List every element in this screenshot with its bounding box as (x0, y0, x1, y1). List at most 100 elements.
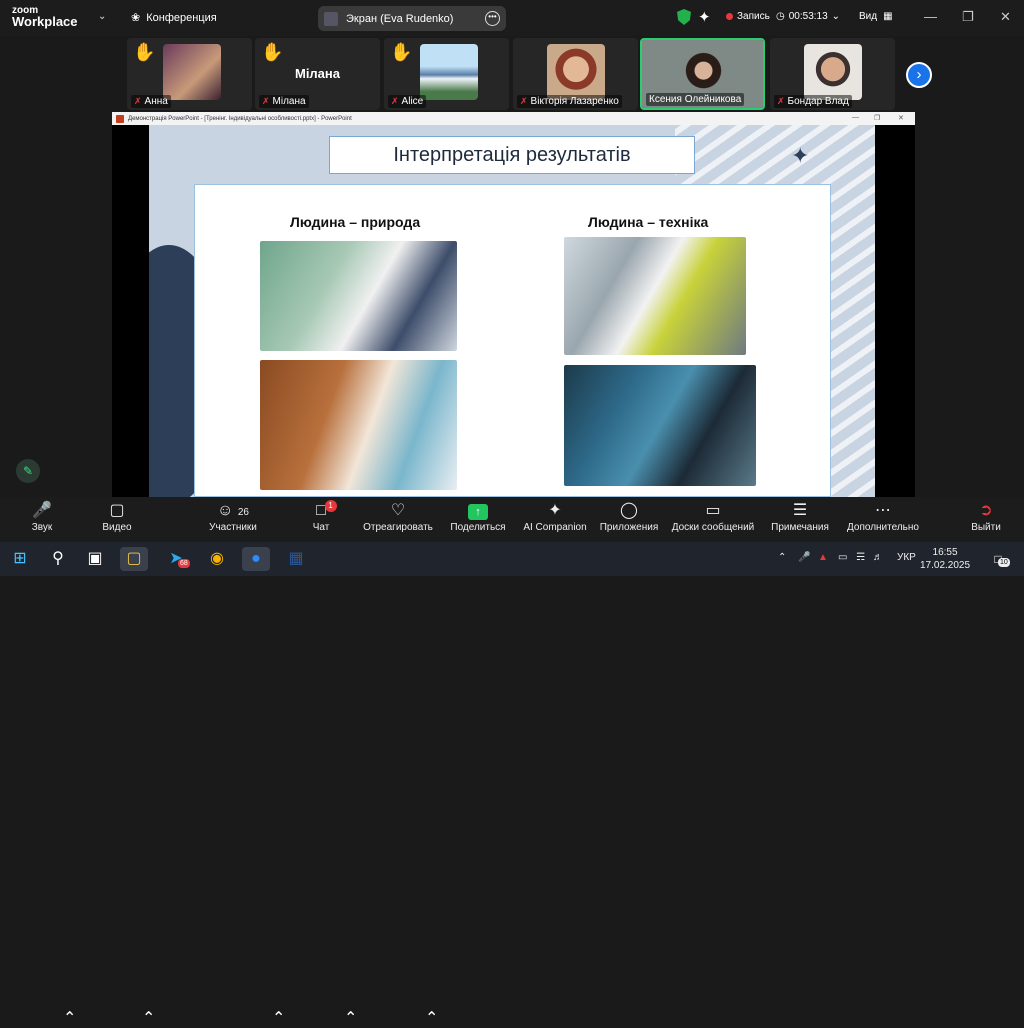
volume-icon[interactable]: ♬ (873, 552, 883, 563)
file-explorer-icon[interactable]: ▢ (120, 547, 148, 571)
exit-door-icon: ➲ (979, 502, 993, 519)
microphone-icon[interactable]: 🎤 (798, 552, 810, 563)
participants-icon: ☺ 26 (217, 502, 249, 519)
title-bar: zoom Workplace ⌄ ❀ Конференция Экран (Ev… (0, 0, 1024, 36)
minimize-icon[interactable]: — (924, 9, 937, 24)
system-clock[interactable]: 16:55 17.02.2025 (920, 546, 970, 572)
warning-icon[interactable]: ▲ (818, 552, 828, 563)
audio-button[interactable]: 🎤 Звук (22, 500, 62, 533)
conference-menu[interactable]: ❀ Конференция (131, 11, 217, 25)
recording-indicator[interactable]: Запись (726, 11, 770, 22)
meeting-toolbar: 🎤 Звук ⌃ ▢ Видео ⌃ ☺ 26 Участники ⌃ □ 1 Ч… (0, 497, 1024, 1027)
apps-icon: ◯ (620, 502, 638, 519)
mountain-avatar (420, 44, 478, 100)
share-button[interactable]: ↑ Поделиться (449, 500, 507, 533)
participant-tile[interactable]: ✋ ✗ Alice (384, 38, 509, 110)
mic-off-icon: ✗ (262, 96, 270, 106)
telegram-icon[interactable]: ➤ 68 (162, 547, 190, 571)
notifications-icon[interactable]: □10 (984, 547, 1012, 571)
react-button[interactable]: ♡ Отреагировать (362, 500, 434, 533)
slide-title: Інтерпретація результатів (329, 136, 695, 174)
restore-icon: ❐ (874, 115, 881, 122)
mic-off-icon: ✗ (391, 96, 399, 106)
participant-label: Ксения Олейникова (646, 93, 745, 106)
task-view-icon[interactable]: ▣ (81, 547, 109, 571)
brand-bottom: Workplace (12, 14, 78, 29)
leave-label: Выйти (971, 522, 1001, 533)
mic-off-icon: ✗ (777, 96, 785, 106)
view-menu[interactable]: Вид ▦ (859, 11, 893, 22)
more-icon: ⋯ (875, 502, 891, 519)
screen-share-pill[interactable]: Экран (Eva Rudenko) ••• (318, 6, 506, 31)
next-page-button[interactable]: › (906, 62, 932, 88)
tray-overflow-icon[interactable]: ⌃ (778, 552, 786, 563)
restore-icon[interactable]: ❐ (962, 9, 974, 25)
windows-taskbar: ⊞ ⚲ ▣ ▢ ➤ 68 ◉ ● ▦ ⌃ 🎤 ▲ ▭ ☴ ♬ УКР 16:55 … (0, 542, 1024, 576)
participant-name: Ксения Олейникова (649, 94, 742, 105)
lab-scientist-photo (260, 241, 457, 351)
view-label: Вид (859, 11, 878, 22)
chevron-down-icon[interactable]: ⌄ (98, 11, 106, 22)
annotate-pencil-icon[interactable]: ✎ (16, 459, 40, 483)
chat-button[interactable]: □ 1 Чат (303, 500, 339, 533)
participant-label: ✗ Мілана (259, 95, 309, 108)
participant-tile[interactable]: ✗ Вікторія Лазаренко (513, 38, 638, 110)
notes-button[interactable]: ☰ Примечания (768, 500, 832, 533)
sparkle-decoration-icon: ✦ (791, 143, 810, 168)
participant-label: ✗ Alice (388, 95, 427, 108)
left-column-heading: Людина – природа (290, 214, 421, 230)
leave-button[interactable]: ➲ Выйти (966, 500, 1006, 533)
chat-icon: □ 1 (303, 500, 339, 522)
participant-tile-active[interactable]: Ксения Олейникова (640, 38, 765, 110)
share-screen-icon: ↑ (449, 500, 507, 522)
participant-name: Анна (144, 96, 168, 107)
heart-icon: ♡ (390, 502, 406, 519)
chevron-down-icon: ⌄ (831, 11, 841, 22)
security-shield-icon[interactable] (677, 9, 691, 25)
video-options-caret-icon[interactable]: ⌃ (142, 1008, 155, 1028)
participant-name: Alice (401, 96, 424, 107)
chrome-icon[interactable]: ◉ (203, 547, 231, 571)
react-caret-icon[interactable]: ⌃ (425, 1008, 438, 1028)
language-indicator[interactable]: УКР (897, 552, 916, 563)
participants-caret-icon[interactable]: ⌃ (272, 1008, 285, 1028)
mic-off-icon: ✗ (520, 96, 528, 106)
boards-button[interactable]: ▭ Доски сообщений (670, 500, 756, 533)
search-icon[interactable]: ⚲ (44, 547, 72, 571)
battery-icon[interactable]: ▭ (838, 552, 847, 563)
more-button[interactable]: ⋯ Дополнительно (844, 500, 922, 533)
windows-start-icon[interactable]: ⊞ (6, 547, 34, 571)
apps-button[interactable]: ◯ Приложения (597, 500, 661, 533)
raised-hand-icon: ✋ (261, 42, 284, 62)
sharer-thumbnail (324, 11, 338, 26)
chat-caret-icon[interactable]: ⌃ (344, 1008, 357, 1028)
meeting-timer[interactable]: ◷ 00:53:13 ⌄ (776, 11, 840, 22)
presentation-slide: ✦ Інтерпретація результатів Людина – при… (149, 125, 875, 497)
clock-icon: ◷ (776, 11, 785, 22)
ai-sparkle-icon[interactable]: ✦ (698, 8, 711, 26)
participant-tile[interactable]: ✗ Бондар Влад (770, 38, 895, 110)
zoom-app-icon[interactable]: ● (242, 547, 270, 571)
participants-button[interactable]: ☺ 26 Участники (205, 500, 261, 533)
participant-video (804, 44, 862, 100)
participant-tile[interactable]: ✋ ✗ Анна (127, 38, 252, 110)
more-options-icon[interactable]: ••• (485, 11, 500, 26)
chat-badge: 1 (324, 500, 337, 512)
participant-label: ✗ Анна (131, 95, 171, 108)
video-button[interactable]: ▢ Видео (95, 500, 139, 533)
raised-hand-icon: ✋ (133, 42, 156, 62)
word-icon[interactable]: ▦ (282, 547, 310, 571)
conference-label: Конференция (146, 11, 217, 24)
participant-tile[interactable]: ✋ Мілана ✗ Мілана (255, 38, 380, 110)
powerpoint-window-title: Демонстрація PowerPoint - [Тренінг. Інди… (128, 115, 352, 122)
audio-options-caret-icon[interactable]: ⌃ (63, 1008, 76, 1028)
participant-label: ✗ Бондар Влад (774, 95, 852, 108)
record-label: Запись (737, 11, 770, 22)
ai-companion-label: AI Companion (523, 522, 587, 533)
close-icon: ✕ (898, 115, 904, 122)
close-icon[interactable]: ✕ (1000, 9, 1011, 25)
participant-video (163, 44, 221, 100)
participants-count: 26 (237, 507, 249, 518)
wifi-icon[interactable]: ☴ (856, 552, 865, 563)
ai-companion-button[interactable]: ✦ AI Companion (521, 500, 589, 533)
